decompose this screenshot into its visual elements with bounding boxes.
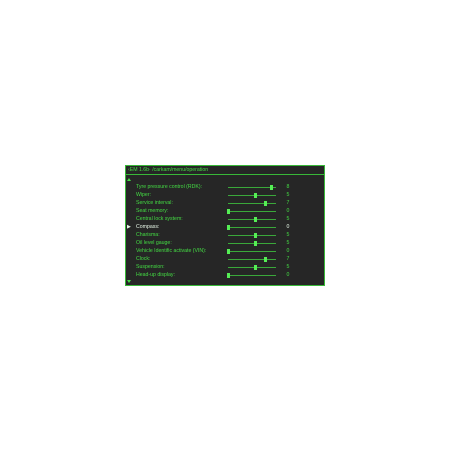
- setting-slider[interactable]: [227, 249, 276, 254]
- setting-value: 0: [286, 272, 290, 278]
- setting-label: Oil level gauge:: [136, 240, 172, 246]
- scroll-up-icon[interactable]: [127, 178, 131, 181]
- selection-pointer-icon: ▶: [127, 224, 131, 230]
- setting-value: 5: [286, 192, 290, 198]
- settings-list: ▶Tyre pressure control (RDK):8▶Wiper:5▶S…: [126, 183, 324, 279]
- setting-label: Seat memory:: [136, 208, 169, 214]
- setting-row[interactable]: ▶ Compass: 0: [126, 223, 324, 231]
- setting-value: 0: [286, 248, 290, 254]
- slider-handle[interactable]: [227, 225, 230, 230]
- setting-row[interactable]: ▶Tyre pressure control (RDK):8: [126, 183, 324, 191]
- setting-label: Compass:: [136, 224, 160, 230]
- slider-handle[interactable]: [264, 201, 268, 206]
- slider-handle[interactable]: [253, 241, 257, 246]
- setting-label: Clock:: [136, 256, 151, 262]
- setting-row[interactable]: ▶Charisma:5: [126, 231, 324, 239]
- slider-handle[interactable]: [264, 257, 268, 262]
- setting-value: 7: [286, 256, 290, 262]
- slider-handle[interactable]: [253, 233, 257, 238]
- setting-slider[interactable]: [227, 225, 276, 230]
- setting-row[interactable]: ▶Seat memory:0: [126, 207, 324, 215]
- setting-slider[interactable]: [227, 273, 276, 278]
- setting-label: Head-up display:: [136, 272, 175, 278]
- setting-slider[interactable]: [228, 257, 276, 262]
- setting-label: Charisma:: [136, 232, 160, 238]
- slider-handle[interactable]: [227, 249, 230, 254]
- setting-slider[interactable]: [228, 193, 276, 198]
- setting-slider[interactable]: [228, 265, 276, 270]
- setting-label: Suspension:: [136, 264, 165, 270]
- scroll-down-icon[interactable]: [127, 280, 131, 283]
- slider-handle[interactable]: [227, 209, 230, 214]
- setting-label: Central lock system:: [136, 216, 183, 222]
- setting-row[interactable]: ▶Suspension:5: [126, 263, 324, 271]
- window-title: ‹EM 1.6b· /carkam/menu/operation: [126, 166, 324, 175]
- setting-label: Tyre pressure control (RDK):: [136, 184, 203, 190]
- setting-slider[interactable]: [228, 241, 276, 246]
- setting-value: 5: [286, 216, 290, 222]
- slider-handle[interactable]: [269, 185, 273, 190]
- setting-slider[interactable]: [228, 201, 276, 206]
- setting-value: 5: [286, 264, 290, 270]
- slider-handle[interactable]: [253, 193, 257, 198]
- setting-row[interactable]: ▶Head-up display:0: [126, 271, 324, 279]
- setting-slider[interactable]: [228, 217, 276, 222]
- setting-value: 7: [286, 200, 290, 206]
- setting-value: 0: [286, 208, 290, 214]
- setting-row[interactable]: ▶Oil level gauge:5: [126, 239, 324, 247]
- setting-value: 8: [286, 184, 290, 190]
- slider-handle[interactable]: [227, 273, 230, 278]
- setting-value: 5: [286, 240, 290, 246]
- setting-row[interactable]: ▶Service interval:7: [126, 199, 324, 207]
- setting-row[interactable]: ▶Clock:7: [126, 255, 324, 263]
- setting-label: Vehicle Identific activate (VIN):: [136, 248, 207, 254]
- slider-handle[interactable]: [253, 265, 257, 270]
- setting-label: Service interval:: [136, 200, 173, 206]
- slider-handle[interactable]: [253, 217, 257, 222]
- setting-row[interactable]: ▶Wiper:5: [126, 191, 324, 199]
- setting-row[interactable]: ▶Central lock system:5: [126, 215, 324, 223]
- setting-slider[interactable]: [227, 209, 276, 214]
- setting-label: Wiper:: [136, 192, 151, 198]
- setting-value: 0: [286, 224, 290, 230]
- car-settings-panel: ‹EM 1.6b· /carkam/menu/operation ▶ Tyre p…: [125, 165, 325, 286]
- setting-row[interactable]: ▶Vehicle Identific activate (VIN):0: [126, 247, 324, 255]
- setting-slider[interactable]: [228, 185, 276, 190]
- setting-value: 5: [286, 232, 290, 238]
- setting-slider[interactable]: [228, 233, 276, 238]
